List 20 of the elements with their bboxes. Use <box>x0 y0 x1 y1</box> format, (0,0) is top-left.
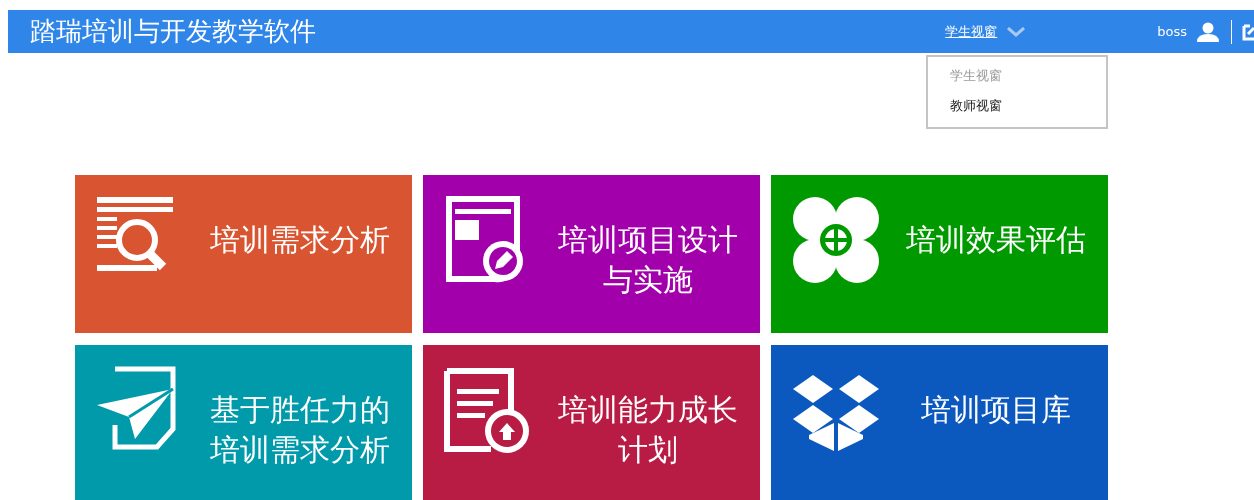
user-name: boss <box>1157 24 1187 39</box>
module-tile[interactable]: 培训项目库 <box>771 345 1108 500</box>
module-tile[interactable]: 培训效果评估 <box>771 175 1108 333</box>
tile-label: 培训需求分析 <box>209 221 391 259</box>
tile-label: 培训项目设计与实施 <box>557 221 739 299</box>
module-tile[interactable]: 培训项目设计与实施 <box>423 175 760 333</box>
clover-target-icon <box>791 195 881 285</box>
app-title: 踏瑞培训与开发教学软件 <box>30 15 317 48</box>
logout-icon[interactable] <box>1242 22 1254 41</box>
chevron-down-icon[interactable] <box>1007 26 1026 37</box>
tile-label: 培训项目库 <box>920 391 1072 429</box>
tile-label: 培训能力成长计划 <box>557 391 739 469</box>
tile-label: 基于胜任力的培训需求分析 <box>209 391 391 469</box>
tile-label: 培训效果评估 <box>905 221 1087 259</box>
user-icon[interactable] <box>1197 21 1219 42</box>
module-tile[interactable]: 基于胜任力的培训需求分析 <box>75 345 412 500</box>
module-tile[interactable]: 培训能力成长计划 <box>423 345 760 500</box>
view-switch-link[interactable]: 学生视窗 <box>945 22 998 41</box>
view-option[interactable]: 教师视窗 <box>950 97 1106 117</box>
module-tile[interactable]: 培训需求分析 <box>75 175 412 333</box>
